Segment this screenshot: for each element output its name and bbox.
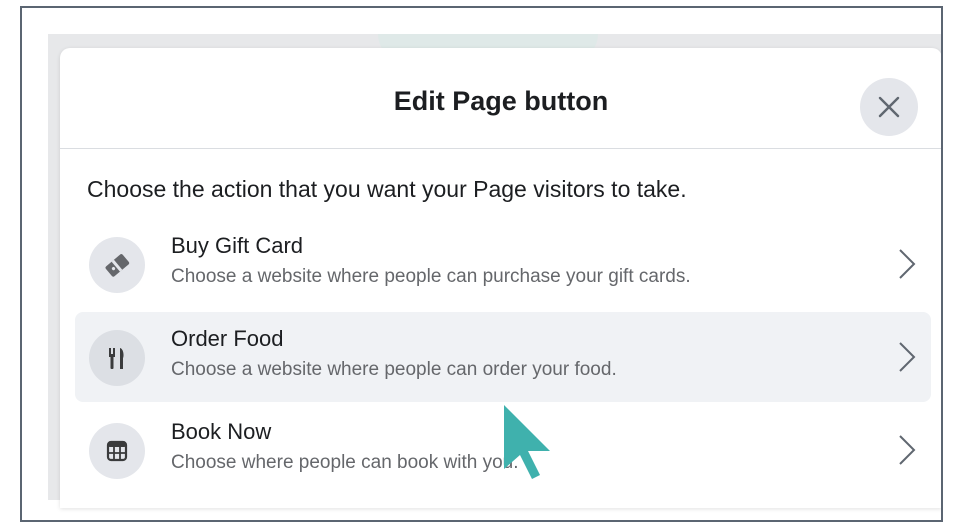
- gift-card-icon: [105, 254, 130, 277]
- option-subtitle: Choose a website where people can order …: [171, 359, 617, 380]
- option-subtitle: Choose where people can book with you.: [171, 452, 519, 473]
- dialog-prompt: Choose the action that you want your Pag…: [87, 176, 687, 202]
- option-icon-wrapper: [89, 237, 145, 293]
- edit-page-button-dialog: Edit Page button Choose the action that …: [60, 48, 941, 508]
- chevron-right-icon: [899, 249, 916, 279]
- option-book-now[interactable]: Book Now Choose where people can book wi…: [75, 405, 931, 495]
- calendar-icon: [106, 440, 128, 462]
- option-icon-wrapper: [89, 330, 145, 386]
- option-icon-wrapper: [89, 423, 145, 479]
- close-icon: [878, 96, 900, 118]
- option-title: Buy Gift Card: [171, 233, 304, 258]
- dialog-title: Edit Page button: [393, 86, 609, 116]
- fork-knife-icon: [109, 348, 124, 369]
- option-order-food[interactable]: Order Food Choose a website where people…: [75, 312, 931, 402]
- option-title: Order Food: [171, 326, 284, 351]
- close-button[interactable]: [860, 78, 918, 136]
- option-title: Book Now: [171, 419, 272, 444]
- dialog-header: Edit Page button: [60, 48, 941, 149]
- option-subtitle: Choose a website where people can purcha…: [171, 266, 691, 287]
- screenshot-frame: › Edit Page button Choose the action tha…: [20, 6, 943, 522]
- option-buy-gift-card[interactable]: Buy Gift Card Choose a website where peo…: [75, 219, 931, 309]
- chevron-right-icon: [899, 435, 916, 465]
- chevron-right-icon: [899, 342, 916, 372]
